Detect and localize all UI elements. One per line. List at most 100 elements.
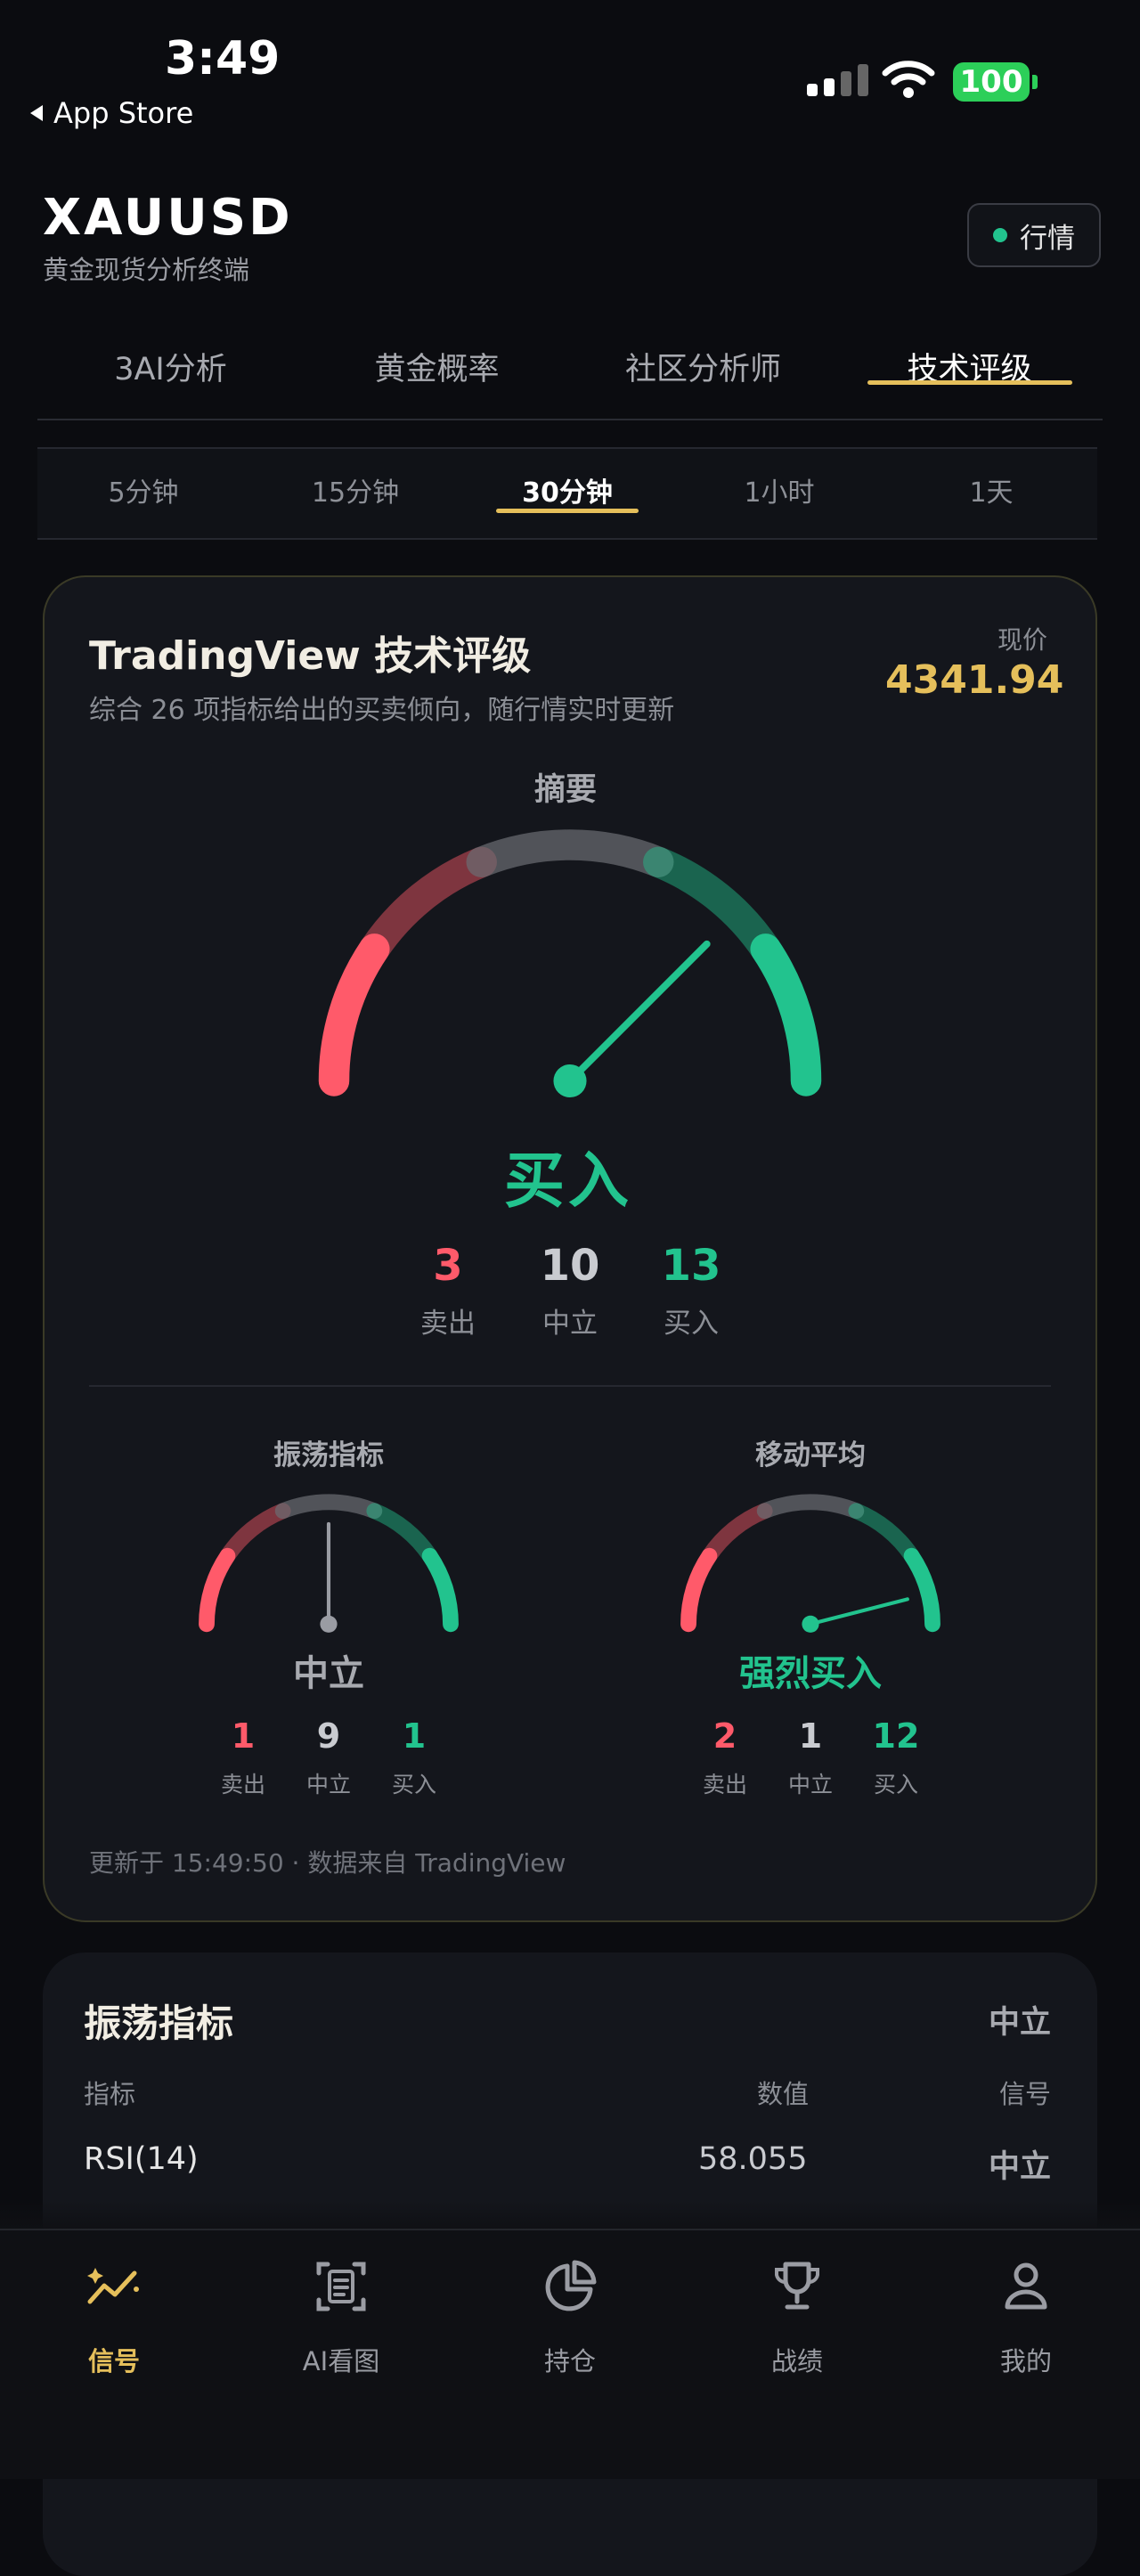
summary-neutral-count: 10 [540,1241,600,1291]
gauge-needle-hub [802,1615,819,1633]
gauge-segment-4 [903,1547,940,1633]
nav-profile[interactable]: 我的 [955,2255,1097,2378]
signal-chart-icon [87,2268,139,2304]
summary-sell-count: 3 [433,1241,463,1291]
oscillators-verdict: 中立 [293,1653,364,1694]
ticker-symbol: XAUUSD [43,189,293,247]
column-header-signal: 信号 [999,2079,1052,2109]
nav-positions[interactable]: 持仓 [499,2255,641,2378]
timeframe-1h[interactable]: 1小时 [673,449,885,538]
moving-averages-gauge-label: 移动平均 [755,1439,866,1471]
live-dot-icon [993,228,1007,242]
gauge-segment-4 [421,1547,459,1633]
moving-averages-sell-count: 2 [712,1716,737,1756]
summary-sell-label: 卖出 [420,1308,476,1340]
gauge-segment-1 [219,1503,291,1564]
timeframe-15m[interactable]: 15分钟 [249,449,461,538]
nav-ai-chart-label: AI看图 [302,2346,380,2376]
wifi-icon [882,61,935,98]
column-header-indicator: 指标 [84,2079,136,2109]
scan-document-icon [316,2262,366,2311]
oscillators-neutral-label: 中立 [305,1772,351,1797]
nav-signals-label: 信号 [87,2346,140,2376]
gauge-needle [808,1597,909,1626]
pie-chart-icon [545,2260,597,2311]
row-rsi-name: RSI(14) [84,2141,199,2177]
gauge-segment-4 [750,933,822,1096]
moving-averages-neutral-label: 中立 [787,1772,833,1797]
moving-averages-neutral-count: 1 [798,1716,823,1756]
current-price: 4341.94 [885,657,1064,703]
summary-buy-label: 买入 [664,1308,719,1340]
battery-tip [1032,75,1038,89]
tab-gold-probability[interactable]: 黄金概率 [304,338,570,419]
user-icon [1005,2262,1047,2310]
gauge-segment-3 [366,1503,438,1564]
cellular-signal-icon [807,64,868,96]
nav-profile-label: 我的 [999,2346,1052,2376]
moving-averages-buy-label: 买入 [873,1772,918,1797]
gauge-segment-3 [848,1503,920,1564]
gauge-segment-2 [466,829,674,878]
card-description: 综合 26 项指标给出的买卖倾向，随行情实时更新 [89,695,675,726]
gauge-needle-hub [320,1615,338,1633]
gauge-segment-2 [756,1494,865,1520]
market-button-label: 行情 [1020,222,1075,255]
gauge-segment-0 [318,933,390,1096]
back-label: App Store [53,96,194,130]
oscillators-gauge-label: 振荡指标 [273,1439,384,1471]
scroll-fade [0,2200,1140,2230]
card-divider [89,1385,1051,1387]
nav-performance-label: 战绩 [770,2346,823,2376]
oscillators-neutral-count: 9 [316,1716,341,1756]
back-to-app-store[interactable]: App Store [30,96,193,130]
status-time: 3:49 [165,32,281,86]
oscillators-gauge [199,1494,459,1633]
oscillators-sell-label: 卖出 [220,1772,265,1797]
battery-indicator: 100 [953,62,1030,102]
app-subtitle: 黄金现货分析终端 [43,255,250,285]
summary-gauge [318,829,822,1098]
row-rsi-value: 58.055 [698,2141,808,2177]
row-rsi-signal: 中立 [989,2149,1052,2185]
summary-neutral-label: 中立 [542,1308,598,1340]
oscillator-table-status: 中立 [989,2005,1052,2041]
card-title: TradingView 技术评级 [89,633,532,679]
gauge-segment-1 [701,1503,773,1564]
timeframe-selector: 5分钟 15分钟 30分钟 1小时 1天 [37,447,1097,540]
nav-signals[interactable]: 信号 [43,2255,185,2378]
column-header-value: 数值 [757,2079,810,2109]
tab-community-analysts[interactable]: 社区分析师 [570,338,836,419]
summary-buy-count: 13 [661,1241,721,1291]
oscillators-buy-count: 1 [402,1716,427,1756]
gauge-segment-3 [643,846,781,965]
moving-averages-buy-count: 12 [872,1716,920,1756]
nav-ai-chart[interactable]: AI看图 [270,2255,412,2378]
gauge-segment-1 [359,846,497,965]
moving-averages-gauge [680,1494,940,1633]
nav-positions-label: 持仓 [543,2346,596,2376]
tab-3ai-analysis[interactable]: 3AI分析 [37,338,304,419]
market-button[interactable]: 行情 [967,203,1101,267]
oscillator-table-title: 振荡指标 [84,2001,234,2045]
moving-averages-sell-label: 卖出 [702,1772,747,1797]
oscillators-buy-label: 买入 [391,1772,436,1797]
back-arrow-icon [30,105,43,121]
gauge-segment-2 [274,1494,383,1520]
gauge-needle-hub [553,1064,587,1098]
trophy-icon [775,2262,819,2310]
summary-verdict: 买入 [504,1146,633,1217]
price-label: 现价 [998,625,1048,655]
main-tabs: 3AI分析 黄金概率 社区分析师 技术评级 [37,338,1103,420]
timeframe-30m[interactable]: 30分钟 [461,449,673,538]
update-note: 更新于 15:49:50 · 数据来自 TradingView [89,1848,566,1878]
timeframe-5m[interactable]: 5分钟 [37,449,249,538]
gauge-segment-0 [680,1547,718,1633]
timeframe-1d[interactable]: 1天 [885,449,1097,538]
tab-technical-rating[interactable]: 技术评级 [836,338,1103,419]
moving-averages-verdict: 强烈买入 [739,1653,882,1694]
nav-performance[interactable]: 战绩 [726,2255,868,2378]
gauge-segment-0 [199,1547,236,1633]
oscillators-sell-count: 1 [231,1716,256,1756]
gauge-needle [566,940,711,1085]
